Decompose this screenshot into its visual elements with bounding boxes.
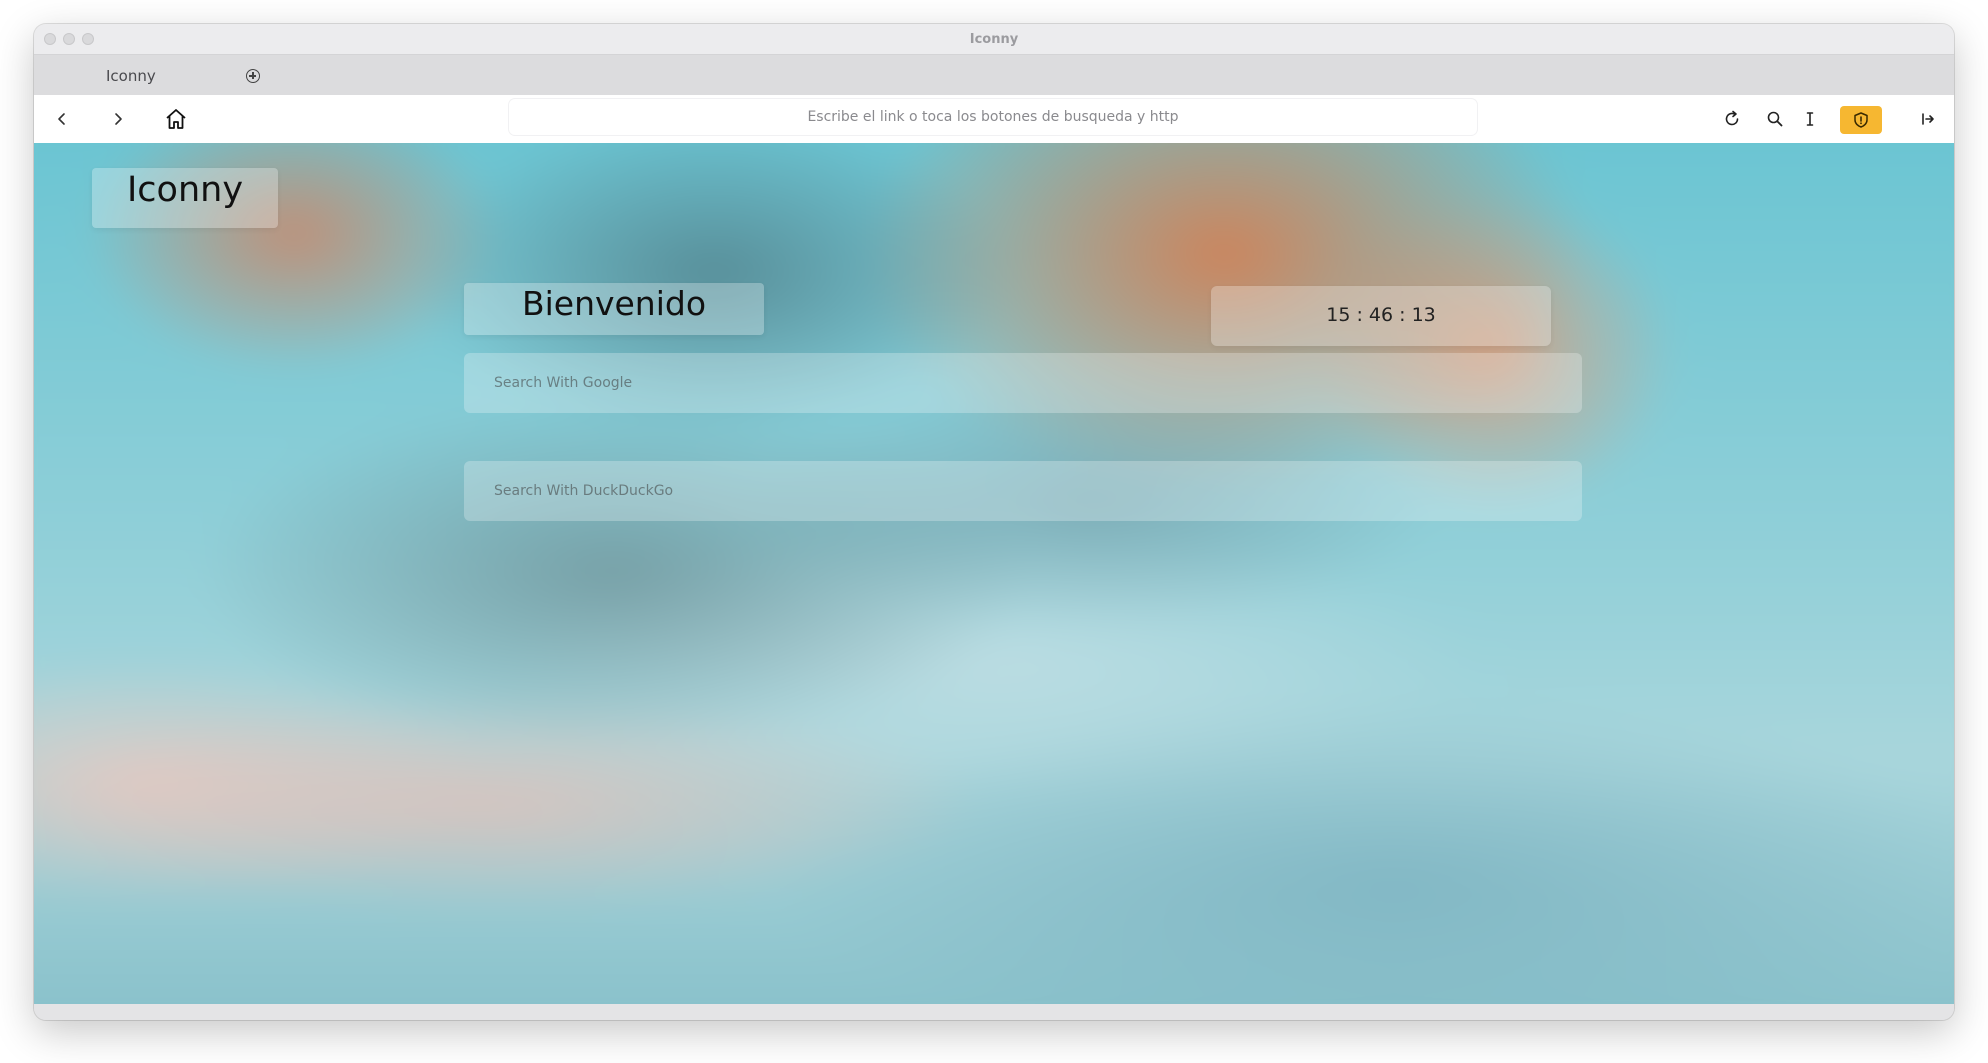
text-cursor-icon[interactable] (1796, 105, 1824, 133)
background-image (34, 143, 1954, 1004)
start-page: Iconny Bienvenido 15 : 46 : 13 (34, 143, 1954, 1004)
address-bar-input[interactable] (509, 99, 1477, 135)
logo-box: Iconny (92, 168, 278, 228)
new-tab-icon[interactable] (246, 69, 260, 83)
tab-bar: Iconny (34, 55, 1954, 95)
window-title: Iconny (969, 32, 1019, 47)
back-arrow-icon[interactable] (48, 105, 76, 133)
browser-window: Iconny Iconny Escribe el link o toca los… (34, 24, 1954, 1020)
title-bar: Iconny (34, 24, 1954, 55)
sidebar-toggle-icon[interactable] (1914, 105, 1942, 133)
clock-text: 15 : 46 : 13 (1326, 304, 1436, 326)
shield-button[interactable] (1840, 106, 1882, 134)
google-search-input[interactable] (464, 353, 1582, 413)
search-icon[interactable] (1761, 105, 1789, 133)
welcome-heading: Bienvenido (521, 284, 707, 323)
duckduckgo-search-input[interactable] (464, 461, 1582, 521)
logo-text: Iconny (126, 170, 244, 210)
toolbar (34, 95, 1954, 143)
reload-icon[interactable] (1718, 105, 1746, 133)
clock-box: 15 : 46 : 13 (1211, 286, 1551, 346)
home-icon[interactable] (162, 105, 190, 133)
welcome-box: Bienvenido (464, 283, 764, 335)
forward-arrow-icon[interactable] (104, 105, 132, 133)
bottom-strip (34, 1004, 1954, 1020)
tab-iconny[interactable]: Iconny (106, 67, 156, 85)
shield-icon (1854, 112, 1868, 128)
